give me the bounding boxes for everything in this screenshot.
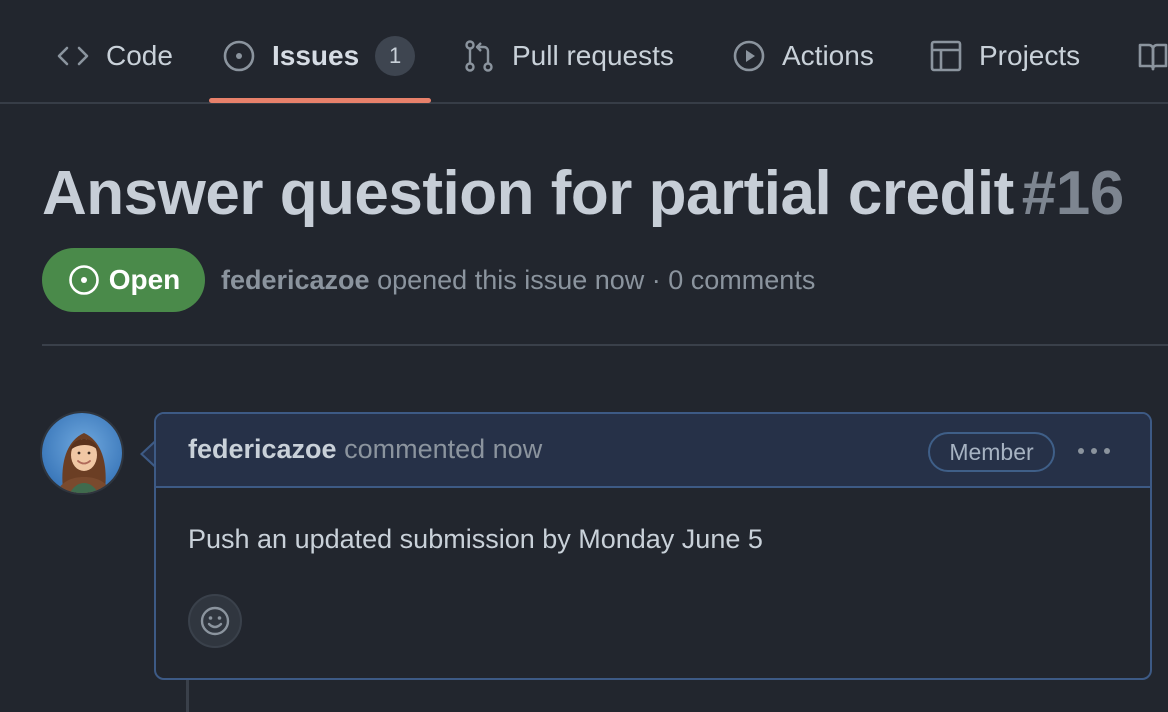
smiley-icon xyxy=(200,606,230,636)
tab-issues[interactable]: Issues 1 xyxy=(222,26,416,86)
comment-options-button[interactable] xyxy=(1074,436,1114,466)
code-icon xyxy=(57,46,89,66)
issue-author-link[interactable]: federicazoe xyxy=(221,265,370,295)
issues-count-badge: 1 xyxy=(375,36,416,76)
comment-author-line: federicazoe commented now xyxy=(188,434,542,465)
timeline-connector xyxy=(186,680,189,712)
issue-title: Answer question for partial credit #16 xyxy=(42,158,1124,230)
issue-page: Code Issues 1 Pull requests Actions Proj… xyxy=(0,0,1168,712)
comment-header: federicazoe commented now Member xyxy=(156,414,1150,488)
issue-number: #16 xyxy=(1021,159,1124,228)
avatar-image xyxy=(42,413,122,493)
issue-status-row: Open federicazoe opened this issue now ·… xyxy=(42,248,815,312)
issue-meta-text: opened this issue now · 0 comments xyxy=(377,264,816,295)
comment-author-link[interactable]: federicazoe xyxy=(188,434,337,464)
kebab-dot xyxy=(1104,448,1110,454)
book-icon xyxy=(1138,43,1168,71)
tab-actions-label: Actions xyxy=(782,40,874,71)
tab-issues-label: Issues xyxy=(272,40,360,71)
tab-actions[interactable]: Actions xyxy=(732,26,874,86)
table-icon xyxy=(930,40,962,72)
repo-tabs: Code Issues 1 Pull requests Actions Proj… xyxy=(0,0,1168,104)
tab-pull-requests[interactable]: Pull requests xyxy=(462,26,674,86)
issue-opened-icon xyxy=(223,40,255,72)
comment-body: Push an updated submission by Monday Jun… xyxy=(188,524,763,554)
tab-projects-label: Projects xyxy=(979,40,1081,71)
tab-pull-requests-label: Pull requests xyxy=(512,40,674,71)
git-pull-request-icon xyxy=(465,40,493,72)
issue-title-text: Answer question for partial credit xyxy=(42,159,1014,228)
issue-opened-icon xyxy=(68,265,99,295)
tab-projects[interactable]: Projects xyxy=(929,26,1080,86)
tab-code[interactable]: Code xyxy=(56,26,173,86)
add-reaction-button[interactable] xyxy=(188,594,242,648)
comment-action: commented now xyxy=(344,434,543,464)
kebab-horizontal-icon xyxy=(1078,448,1084,454)
comment-box: federicazoe commented now Member Push an… xyxy=(154,412,1152,680)
header-divider xyxy=(42,344,1168,346)
member-badge: Member xyxy=(928,432,1055,472)
tab-wiki[interactable] xyxy=(1136,26,1168,86)
issue-state-label: Open xyxy=(108,264,181,295)
tab-code-label: Code xyxy=(106,40,173,71)
issue-state-badge: Open xyxy=(42,248,205,312)
play-icon xyxy=(733,40,765,72)
issue-meta: federicazoe opened this issue now · 0 co… xyxy=(221,265,815,296)
avatar[interactable] xyxy=(40,411,124,495)
selected-tab-underline xyxy=(209,98,431,103)
kebab-dot xyxy=(1091,448,1097,454)
